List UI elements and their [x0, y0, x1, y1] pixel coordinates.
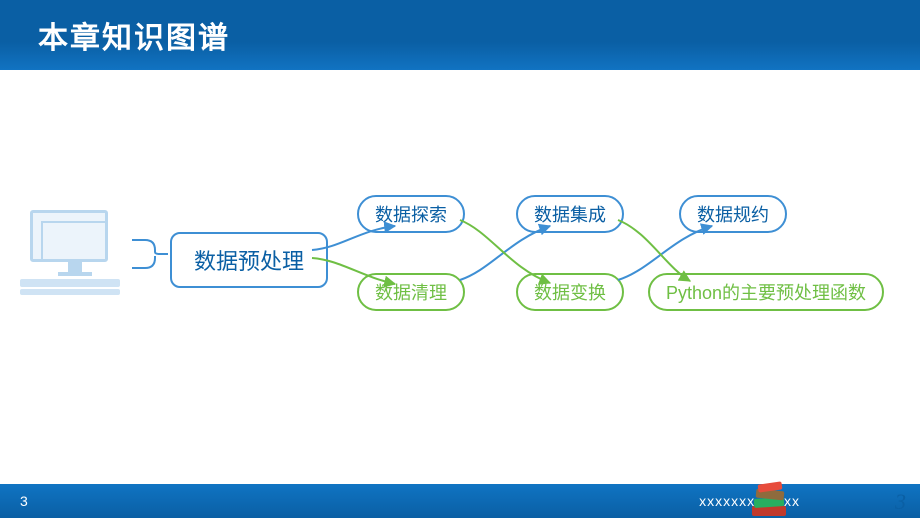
node-top-1: 数据集成 [516, 195, 624, 233]
node-top-2: 数据规约 [679, 195, 787, 233]
node-bottom-1: 数据变换 [516, 273, 624, 311]
diagram-canvas: 数据预处理 数据探索 数据集成 数据规约 数据清理 数据变换 Python的主要… [0, 70, 920, 480]
node-bottom-2: Python的主要预处理函数 [648, 273, 884, 311]
slide-header: 本章知识图谱 [0, 0, 920, 70]
node-top-0: 数据探索 [357, 195, 465, 233]
node-bottom-0: 数据清理 [357, 273, 465, 311]
slide-title: 本章知识图谱 [38, 13, 230, 57]
root-node: 数据预处理 [170, 232, 328, 288]
computer-icon [30, 210, 120, 295]
books-icon [748, 478, 790, 516]
footer-page-right: 3 [895, 489, 906, 515]
footer-page-left: 3 [20, 493, 28, 509]
